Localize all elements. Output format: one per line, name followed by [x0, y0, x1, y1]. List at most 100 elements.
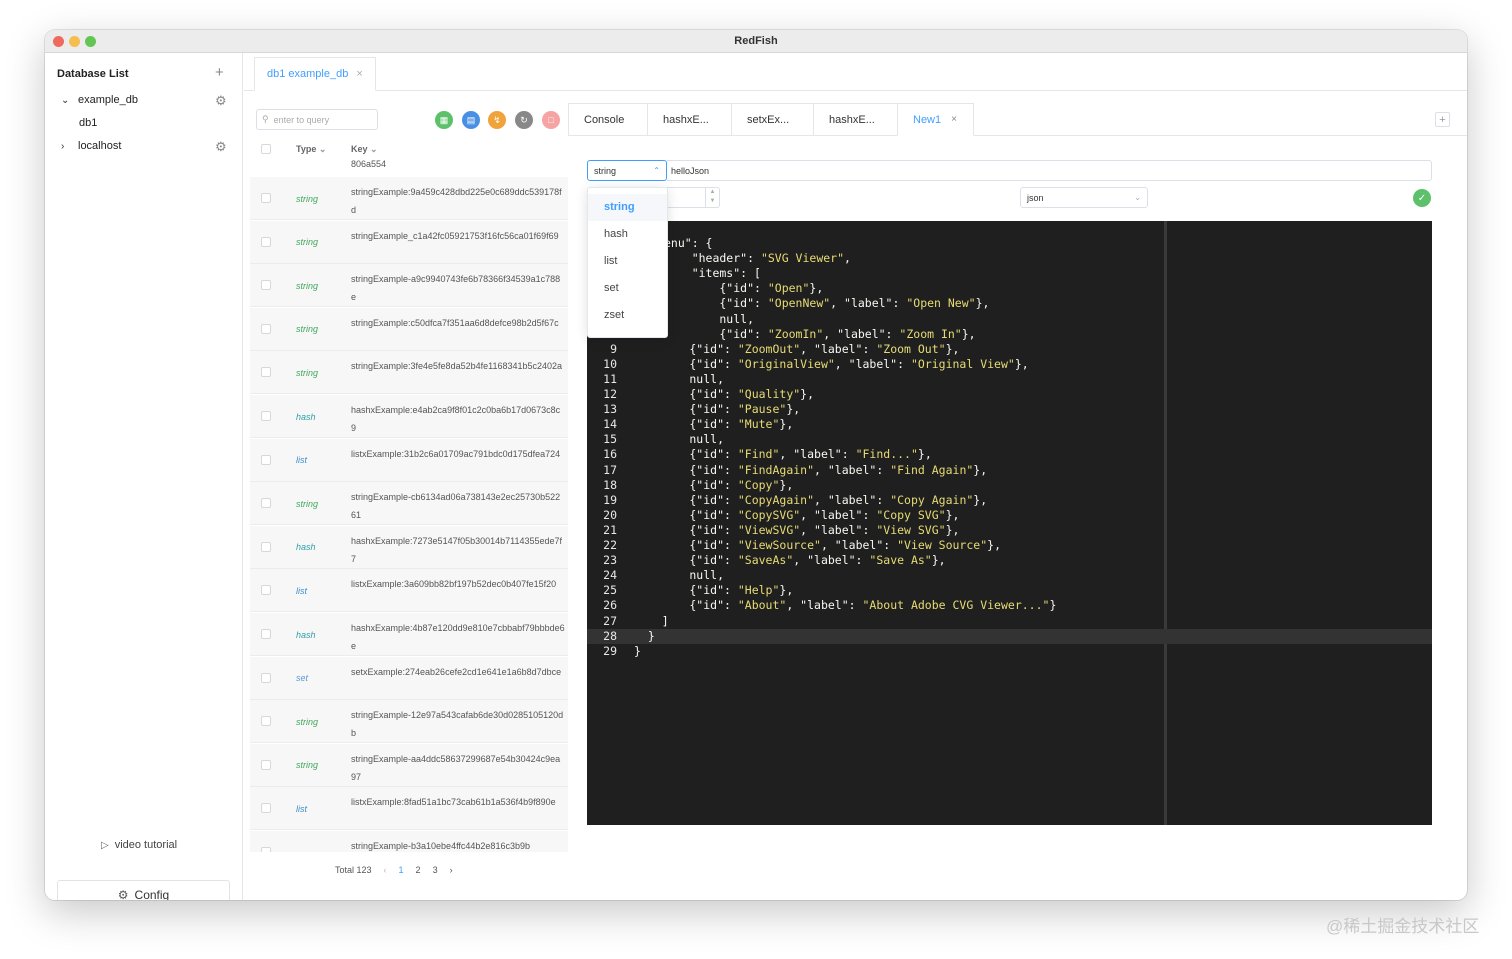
code-line: 22 {"id": "ViewSource", "label": "View S… [587, 538, 1001, 553]
table-row[interactable]: set setxExample:274eab26cefe2cd1e641e1a6b… [250, 656, 568, 700]
add-connection-icon[interactable]: + [215, 64, 224, 81]
tab-new1[interactable]: New1 × [897, 103, 974, 136]
app-window: RedFish Database List + ⌄ example_db ⚙ d… [45, 30, 1467, 900]
prev-page-icon[interactable]: ‹ [384, 865, 387, 875]
line-number: 12 [603, 387, 617, 401]
line-number: 15 [603, 432, 617, 447]
tree-item-label: localhost [78, 140, 122, 152]
tree-item-example-db[interactable]: ⌄ example_db [61, 94, 138, 106]
line-source: {"id": "Help"}, [634, 583, 794, 598]
row-checkbox[interactable] [261, 759, 271, 770]
key-column-header[interactable]: Key ⌄ [351, 144, 378, 155]
db-tab-bar: db1 example_db × [244, 53, 1467, 91]
row-key: stringExample-a9c9940743fe6b78366f34539a… [351, 274, 561, 303]
save-button[interactable]: ▤ [462, 111, 480, 129]
page-3[interactable]: 3 [433, 865, 438, 875]
tab-hashx-1[interactable]: hashxE... [647, 103, 732, 136]
line-number: 27 [603, 613, 617, 628]
line-source: {"id": "OpenNew", "label": "Open New"}, [664, 296, 990, 311]
type-column-header[interactable]: Type ⌄ [296, 144, 326, 155]
close-icon[interactable]: × [951, 114, 957, 125]
table-row[interactable]: string stringExample:9a459c428dbd225e0c68… [250, 177, 568, 220]
row-checkbox[interactable] [261, 236, 271, 247]
tab-hashx-2[interactable]: hashxE... [813, 103, 898, 136]
flash-button[interactable]: ↯ [488, 111, 506, 129]
window-title: RedFish [734, 35, 778, 47]
row-checkbox[interactable] [261, 716, 271, 727]
row-checkbox[interactable] [261, 629, 271, 639]
row-checkbox[interactable] [261, 847, 271, 852]
key-name-input[interactable]: helloJson [667, 160, 1432, 181]
code-line: 27 ] [587, 613, 669, 629]
row-key: stringExample:c50dfca7f351aa6d8defce98b2… [351, 317, 559, 328]
search-input[interactable]: ⚲ enter to query [256, 109, 378, 130]
add-key-button[interactable]: ▦ [435, 111, 453, 129]
table-row[interactable]: string stringExample-12e97a543cafab6de30d… [250, 700, 568, 744]
row-checkbox[interactable] [261, 803, 271, 814]
table-row[interactable]: stringExample-b3a10ebe4ffc44b2e816c3b9b [250, 831, 568, 852]
table-row[interactable]: list listxExample:31b2c6a01709ac791bdc0d1… [250, 438, 568, 482]
chevron-down-icon: ⌄ [61, 94, 70, 106]
close-icon[interactable]: × [356, 68, 362, 80]
ttl-stepper[interactable]: ▲ ▼ [705, 188, 719, 207]
row-checkbox[interactable] [261, 323, 271, 334]
line-source: {"id": "SaveAs", "label": "Save As"}, [634, 553, 946, 568]
add-tab-button[interactable]: + [1435, 112, 1450, 127]
line-source: ] [634, 613, 669, 628]
row-checkbox[interactable] [261, 454, 271, 465]
row-checkbox[interactable] [261, 411, 271, 421]
row-key: stringExample_c1a42fc05921753f16fc56ca01… [351, 230, 559, 241]
table-row[interactable]: string stringExample-cb6134ad06a738143e2e… [250, 482, 568, 526]
dropdown-option-list[interactable]: list [588, 248, 667, 275]
dropdown-option-string[interactable]: string [588, 194, 667, 221]
key-type-select[interactable]: string ⌃ [587, 160, 667, 181]
tab-setx[interactable]: setxEx... [731, 103, 814, 136]
tree-item-localhost[interactable]: › localhost [61, 140, 121, 152]
code-line: 21 {"id": "ViewSVG", "label": "View SVG"… [587, 523, 959, 538]
confirm-button[interactable]: ✓ [1413, 189, 1431, 207]
table-row[interactable]: string stringExample:c50dfca7f351aa6d8def… [250, 307, 568, 351]
code-editor[interactable]: enu": { "header": "SVG Viewer", "items":… [587, 221, 1432, 825]
row-checkbox[interactable] [261, 672, 271, 683]
select-all-checkbox[interactable] [261, 144, 271, 154]
row-checkbox[interactable] [261, 498, 271, 509]
config-button[interactable]: ⚙ Config [57, 880, 230, 900]
table-row[interactable]: hash hashxExample:4b87e120dd9e810e7cbbabf… [250, 613, 568, 656]
line-number: 13 [603, 402, 617, 417]
video-tutorial-link[interactable]: ▷ video tutorial [101, 839, 177, 851]
gear-icon[interactable]: ⚙ [215, 139, 227, 155]
table-row[interactable]: list listxExample:8fad51a1bc73cab61b1a536… [250, 787, 568, 831]
row-checkbox[interactable] [261, 280, 271, 291]
tree-item-db1[interactable]: db1 [79, 117, 97, 129]
table-row[interactable]: string stringExample-aa4ddc58637299687e54… [250, 743, 568, 787]
dropdown-option-zset[interactable]: zset [588, 302, 667, 329]
gear-icon[interactable]: ⚙ [215, 93, 227, 109]
code-line: 17 {"id": "FindAgain", "label": "Find Ag… [587, 463, 987, 478]
dropdown-option-set[interactable]: set [588, 275, 667, 302]
tab-console[interactable]: Console [568, 103, 648, 136]
page-2[interactable]: 2 [416, 865, 421, 875]
row-checkbox[interactable] [261, 585, 271, 596]
next-page-icon[interactable]: › [450, 865, 453, 875]
row-checkbox[interactable] [261, 193, 271, 203]
table-row[interactable]: list listxExample:3a609bb82bf197b52dec0b4… [250, 569, 568, 613]
line-number: 25 [603, 583, 617, 598]
format-select[interactable]: json ⌄ [1020, 187, 1148, 208]
line-number: 10 [603, 356, 617, 371]
ttl-input[interactable]: ▲ ▼ [665, 187, 720, 208]
table-row[interactable]: string stringExample_c1a42fc05921753f16fc… [250, 220, 568, 264]
table-row[interactable]: string stringExample:3fe4e5fe8da52b4fe116… [250, 351, 568, 395]
row-type: hash [296, 411, 316, 422]
table-row[interactable]: hash hashxExample:e4ab2ca9f8f01c2c0ba6b17… [250, 395, 568, 438]
table-row[interactable]: string stringExample-a9c9940743fe6b78366f… [250, 264, 568, 308]
db-tab[interactable]: db1 example_db × [254, 57, 376, 91]
page-1[interactable]: 1 [399, 865, 404, 875]
row-type: string [296, 193, 319, 204]
dropdown-option-hash[interactable]: hash [588, 221, 667, 248]
row-checkbox[interactable] [261, 367, 271, 378]
refresh-button[interactable]: ↻ [515, 111, 533, 129]
table-row[interactable]: hash hashxExample:7273e5147f05b30014b7114… [250, 525, 568, 569]
row-checkbox[interactable] [261, 541, 271, 552]
code-line: 24 null, [587, 568, 724, 583]
delete-button[interactable]: □ [542, 111, 560, 129]
